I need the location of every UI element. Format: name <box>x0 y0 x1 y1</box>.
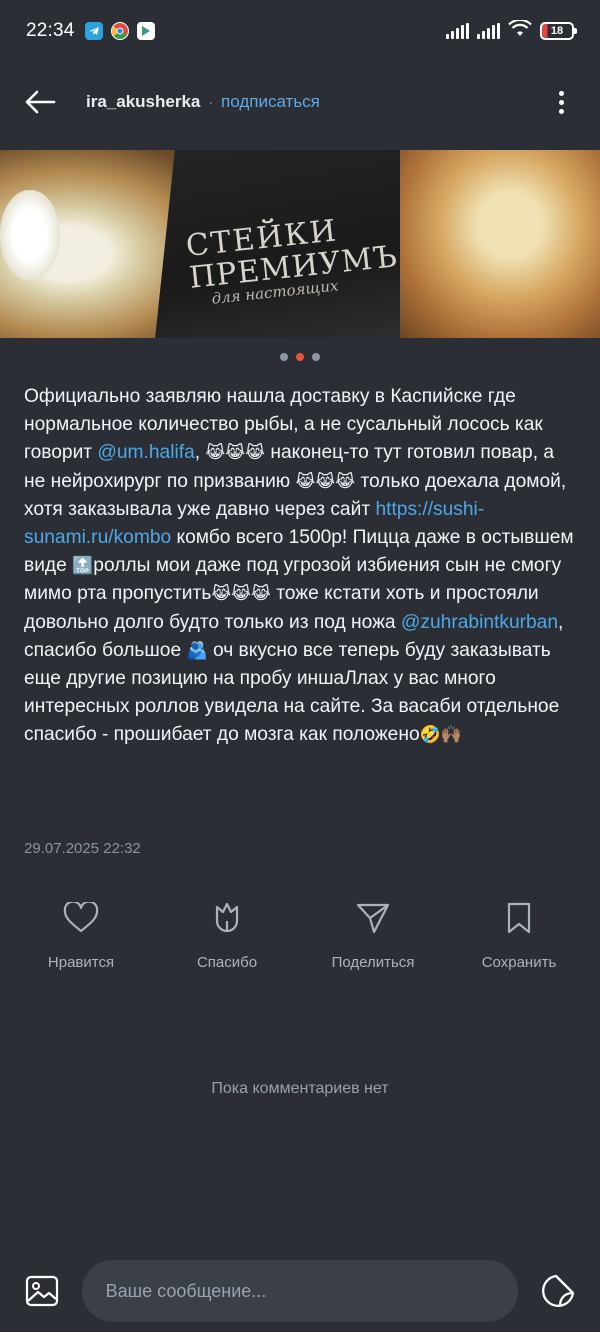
telegram-icon <box>84 22 103 40</box>
bookmark-icon <box>499 898 539 938</box>
send-icon <box>353 898 393 938</box>
emoji: 😹😹😹 <box>295 471 356 491</box>
thanks-button[interactable]: Спасибо <box>167 898 287 978</box>
status-time: 22:34 <box>26 20 75 41</box>
message-composer <box>0 1256 600 1326</box>
status-bar: 22:34 18 <box>0 0 600 62</box>
post-date: 29.07.2025 22:32 <box>24 840 141 857</box>
emoji: 😹😹😹 <box>211 584 271 604</box>
heart-icon <box>61 898 101 938</box>
sticker-button[interactable] <box>538 1271 578 1311</box>
action-bar: Нравится Спасибо Поделиться Сохранить <box>0 898 600 978</box>
emoji: 🔝 <box>72 556 94 576</box>
mention-link[interactable]: @um.halifa <box>97 442 194 463</box>
post-body: Официально заявляю нашла доставку в Касп… <box>24 383 580 750</box>
signal-icon <box>446 23 469 39</box>
signal-icon <box>477 23 500 39</box>
author-name[interactable]: ira_akusherka <box>86 92 200 112</box>
like-button[interactable]: Нравится <box>21 898 141 978</box>
image-icon <box>25 1275 58 1307</box>
emoji: 🫂 <box>186 640 208 660</box>
post-header: ira_akusherka · подписаться <box>0 72 600 132</box>
thanks-label: Спасибо <box>196 954 258 971</box>
battery-level: 18 <box>550 25 564 37</box>
post-photo[interactable]: СТЕЙКИ ПРЕМИУМЪ для настоящих <box>0 150 600 338</box>
post-text-part: , <box>194 442 206 464</box>
sticker-icon <box>542 1274 575 1307</box>
battery-icon: 18 <box>540 22 577 40</box>
message-input[interactable] <box>81 1260 519 1322</box>
save-label: Сохранить <box>481 954 557 971</box>
play-store-icon <box>136 22 155 40</box>
back-button[interactable] <box>24 82 64 122</box>
arrow-left-icon <box>25 90 56 114</box>
more-vertical-icon <box>558 90 564 96</box>
chrome-icon <box>110 22 129 40</box>
more-options-button[interactable] <box>546 82 576 122</box>
like-label: Нравится <box>47 954 115 971</box>
attach-image-button[interactable] <box>22 1271 62 1311</box>
wifi-icon <box>508 18 532 43</box>
subscribe-link[interactable]: подписаться <box>221 92 320 112</box>
mention-link[interactable]: @zuhrabintkurban <box>401 612 558 633</box>
separator-dot: · <box>208 94 214 110</box>
no-comments-text: Пока комментариев нет <box>211 1080 389 1097</box>
photo-pizza-right <box>400 150 600 338</box>
emoji: 🤣🙌🏽 <box>419 725 462 745</box>
carousel-indicator <box>0 353 600 361</box>
tulip-icon <box>207 898 247 938</box>
share-label: Поделиться <box>331 954 415 971</box>
emoji: 😹😹😹 <box>205 443 266 463</box>
carousel-dot-active[interactable] <box>296 353 304 361</box>
share-button[interactable]: Поделиться <box>313 898 433 978</box>
status-indicators: 18 <box>446 18 577 43</box>
status-app-icons <box>84 22 155 40</box>
save-button[interactable]: Сохранить <box>459 898 579 978</box>
carousel-dot[interactable] <box>312 353 320 361</box>
carousel-dot[interactable] <box>280 353 288 361</box>
